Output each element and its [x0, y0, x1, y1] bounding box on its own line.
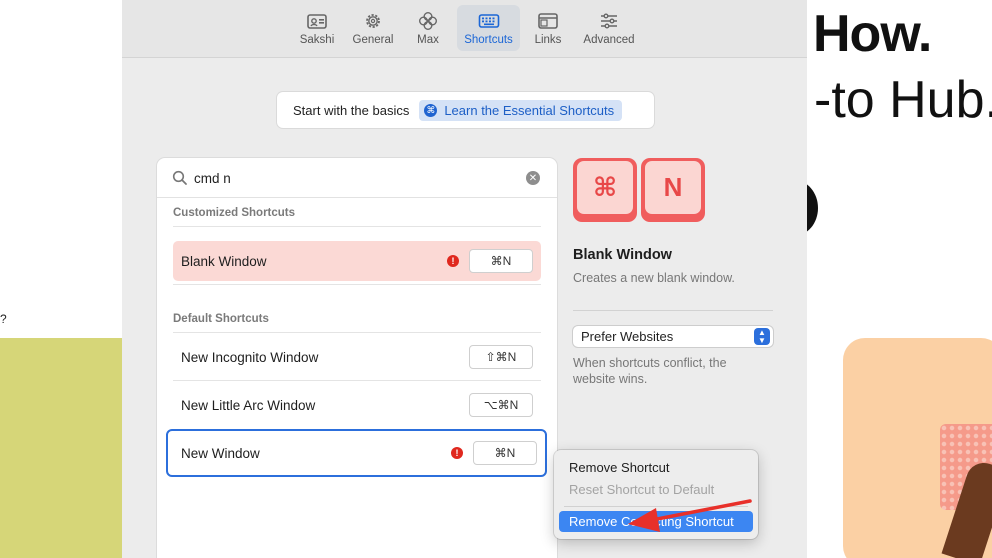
n-key-cap: N — [641, 158, 705, 222]
background-yellow-card — [0, 338, 122, 558]
background-headline-2: -to Hub. — [814, 71, 992, 129]
chevron-up-down-icon: ▲ ▼ — [754, 328, 770, 345]
tab-label: Advanced — [583, 34, 635, 46]
background-headline-1: How. — [813, 5, 932, 63]
conflict-warning-icon: ! — [447, 255, 459, 267]
detail-title: Blank Window — [573, 247, 672, 263]
menu-item-remove-shortcut[interactable]: Remove Shortcut — [559, 457, 753, 478]
shortcut-row-new-window[interactable]: New Window ! ⌘N — [166, 429, 547, 477]
tab-general[interactable]: General — [347, 5, 399, 51]
shortcut-row-blank-window[interactable]: Blank Window ! ⌘N — [173, 241, 541, 281]
command-key-cap: ⌘ — [573, 158, 637, 222]
background-stray-char: ? — [0, 312, 7, 326]
default-shortcuts-heading: Default Shortcuts — [173, 313, 269, 325]
n-key-glyph: N — [645, 161, 701, 214]
detail-description: Creates a new blank window. — [573, 271, 735, 285]
tab-label: Max — [417, 34, 439, 46]
select-value: Prefer Websites — [581, 329, 674, 344]
settings-window: Sakshi General Max Shortcuts Links Advan… — [122, 0, 807, 558]
gear-icon — [366, 14, 380, 28]
sliders-icon — [601, 13, 617, 29]
detail-divider — [573, 310, 773, 311]
shortcut-keycap[interactable]: ⌘N — [469, 249, 533, 273]
id-card-icon — [307, 14, 327, 29]
shortcut-keycap[interactable]: ⌘N — [473, 441, 537, 465]
section-divider — [173, 226, 541, 227]
shortcuts-list-panel: ✕ Customized Shortcuts Blank Window ! ⌘N… — [157, 158, 557, 558]
conflict-preference-select[interactable]: Prefer Websites ▲ ▼ — [573, 326, 773, 347]
tab-label: General — [352, 34, 394, 46]
tab-label: Links — [534, 34, 562, 46]
tab-advanced[interactable]: Advanced — [577, 5, 641, 51]
tab-label: Shortcuts — [464, 34, 513, 46]
window-icon — [538, 13, 558, 29]
conflict-warning-icon: ! — [451, 447, 463, 459]
detail-note: When shortcuts conflict, the website win… — [573, 356, 727, 386]
search-bar: ✕ — [157, 158, 557, 198]
tab-label: Sakshi — [299, 34, 335, 46]
banner-text: Start with the basics — [293, 102, 410, 118]
shortcut-keycap[interactable]: ⇧⌘N — [469, 345, 533, 369]
tab-shortcuts[interactable]: Shortcuts — [457, 5, 520, 51]
shortcut-row-new-little-arc-window[interactable]: New Little Arc Window ⌥⌘N — [173, 385, 541, 425]
tab-max[interactable]: Max — [408, 5, 448, 51]
shortcut-row-new-incognito-window[interactable]: New Incognito Window ⇧⌘N — [173, 337, 541, 377]
row-divider — [173, 284, 541, 285]
learn-shortcuts-link[interactable]: ⌘ Learn the Essential Shortcuts — [419, 99, 623, 121]
row-divider — [173, 380, 541, 381]
search-input[interactable] — [194, 168, 494, 188]
annotation-arrow-icon — [628, 499, 752, 532]
basics-banner: Start with the basics ⌘ Learn the Essent… — [277, 92, 654, 128]
settings-toolbar: Sakshi General Max Shortcuts Links Advan… — [122, 0, 807, 58]
shortcut-keycap[interactable]: ⌥⌘N — [469, 393, 533, 417]
learn-shortcuts-label: Learn the Essential Shortcuts — [444, 102, 615, 118]
command-icon: ⌘ — [424, 103, 438, 117]
command-key-glyph: ⌘ — [577, 161, 633, 214]
section-divider — [173, 332, 541, 333]
keyboard-icon — [478, 14, 499, 28]
tab-sakshi[interactable]: Sakshi — [292, 5, 342, 51]
flower-icon — [419, 12, 437, 30]
clear-search-icon[interactable]: ✕ — [526, 171, 540, 185]
search-icon — [172, 170, 187, 185]
tab-links[interactable]: Links — [528, 5, 568, 51]
customized-shortcuts-heading: Customized Shortcuts — [173, 207, 296, 219]
